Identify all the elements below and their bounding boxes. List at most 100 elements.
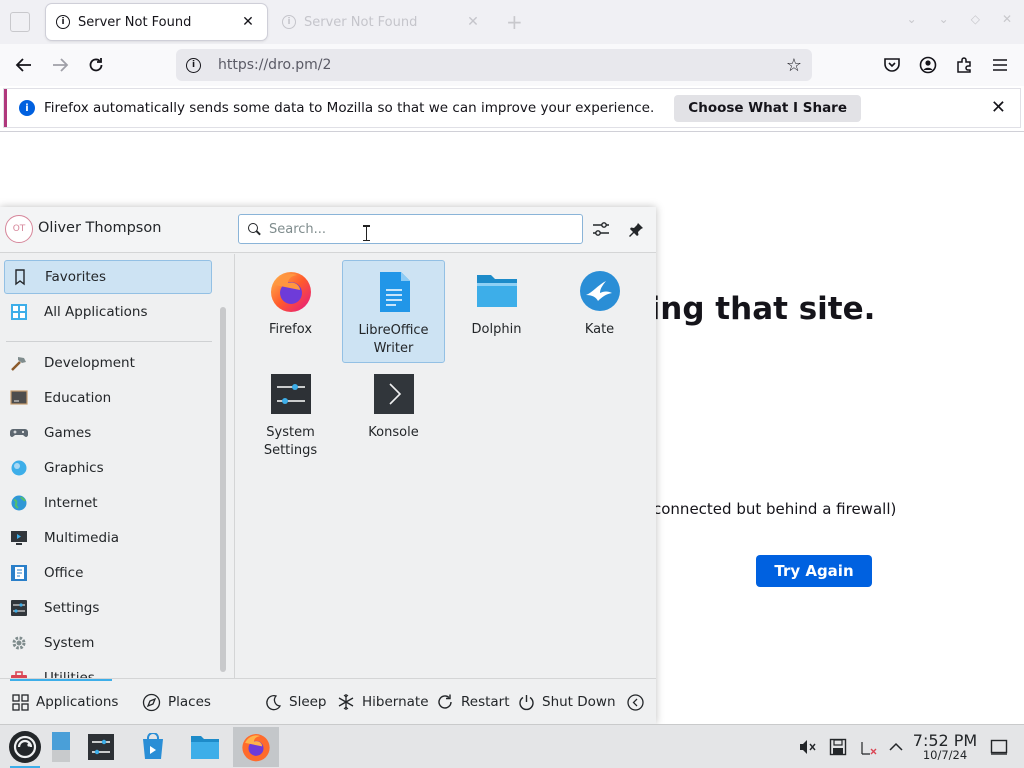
reload-button[interactable]: [84, 53, 108, 77]
info-icon: i: [56, 15, 70, 29]
power-icon: [519, 694, 534, 710]
app-system-settings[interactable]: System Settings: [239, 363, 342, 466]
sidebar-item-label: Games: [44, 425, 92, 441]
favorites-grid: Firefox LibreOffice Writer Dolphin Kate …: [240, 254, 650, 678]
taskbar: [0, 724, 1024, 768]
tab-applications[interactable]: Applications: [12, 689, 118, 715]
hibernate-label: Hibernate: [362, 694, 429, 710]
sidebar-item-settings[interactable]: Settings: [4, 591, 212, 625]
disk-icon[interactable]: [829, 738, 847, 756]
task-dolphin[interactable]: [182, 727, 228, 767]
back-button[interactable]: [12, 53, 36, 77]
sliders-icon: [593, 222, 609, 236]
site-info-icon[interactable]: i: [186, 57, 201, 73]
choose-what-i-share-button[interactable]: Choose What I Share: [674, 94, 862, 122]
avatar[interactable]: OT: [5, 215, 33, 243]
tab-server-not-found-2[interactable]: i Server Not Found ✕: [272, 4, 492, 40]
sidebar-item-development[interactable]: Development: [4, 346, 212, 380]
moon-icon: [266, 694, 282, 710]
task-system-settings[interactable]: [78, 727, 124, 767]
extensions-icon[interactable]: [954, 55, 974, 75]
shutdown-label: Shut Down: [542, 694, 616, 710]
minimize-icon[interactable]: ⌄: [939, 12, 949, 26]
user-name: Oliver Thompson: [38, 220, 162, 236]
app-firefox[interactable]: Firefox: [239, 260, 342, 363]
chevron-left-icon: [627, 693, 644, 711]
close-window-icon[interactable]: ✕: [1002, 12, 1012, 26]
sleep-button[interactable]: Sleep: [265, 689, 327, 715]
sidebar-item-internet[interactable]: Internet: [4, 486, 212, 520]
sidebar-item-utilities[interactable]: Utilities: [4, 661, 212, 678]
tab-list-button[interactable]: [10, 12, 30, 32]
sidebar-scrollbar[interactable]: [220, 307, 226, 672]
account-icon[interactable]: [918, 55, 938, 75]
sidebar-item-multimedia[interactable]: Multimedia: [4, 521, 212, 555]
tab-bar: i Server Not Found ✕ i Server Not Found …: [0, 0, 1024, 44]
network-disconnected-icon[interactable]: [860, 738, 878, 756]
application-launcher-button[interactable]: [2, 727, 48, 768]
peek-desktop-icon[interactable]: [990, 738, 1008, 756]
error-bullet-text: connected but behind a firewall): [653, 500, 897, 518]
restart-icon: [438, 694, 452, 709]
sidebar-item-education[interactable]: Education: [4, 381, 212, 415]
maximize-icon[interactable]: ◇: [971, 12, 980, 26]
configure-button[interactable]: [591, 219, 611, 239]
shutdown-button[interactable]: Shut Down: [518, 689, 616, 715]
sidebar-item-system[interactable]: System: [4, 626, 212, 660]
sidebar-item-office[interactable]: Office: [4, 556, 212, 590]
more-power-options-button[interactable]: [627, 689, 644, 715]
sidebar-item-label: Utilities: [44, 670, 95, 678]
folder-icon: [191, 736, 219, 759]
restart-button[interactable]: Restart: [436, 689, 510, 715]
hammer-icon: [11, 357, 26, 371]
sidebar-item-label: Multimedia: [44, 530, 120, 546]
clock-date[interactable]: 10/7/24: [912, 748, 978, 762]
app-dolphin[interactable]: Dolphin: [445, 260, 548, 363]
show-desktop-button[interactable]: [46, 727, 76, 767]
app-label: LibreOffice Writer: [358, 323, 429, 356]
chevron-up-icon[interactable]: [887, 738, 905, 756]
divider: [0, 131, 1024, 132]
tab-places[interactable]: Places: [142, 689, 211, 715]
search-icon: [247, 222, 261, 236]
search-input[interactable]: [269, 221, 569, 237]
pocket-icon[interactable]: [882, 55, 902, 75]
hamburger-menu-icon[interactable]: [990, 55, 1010, 75]
url-text[interactable]: https://dro.pm/2: [218, 57, 786, 73]
sidebar-item-games[interactable]: Games: [4, 416, 212, 450]
snowflake-icon: [338, 694, 354, 710]
reload-icon: [89, 58, 103, 72]
task-discover[interactable]: [130, 727, 176, 767]
search-field[interactable]: [238, 214, 583, 244]
close-tab-icon[interactable]: ✕: [464, 14, 482, 30]
app-kate[interactable]: Kate: [548, 260, 651, 363]
task-firefox[interactable]: [233, 727, 279, 767]
gear-icon: [12, 636, 26, 650]
info-icon: i: [19, 100, 35, 116]
tab-label: Applications: [36, 694, 119, 710]
bookmark-star-icon[interactable]: ☆: [786, 55, 802, 76]
pin-button[interactable]: [626, 219, 646, 239]
sidebar-item-label: Settings: [44, 600, 100, 616]
close-tab-icon[interactable]: ✕: [239, 14, 257, 30]
new-tab-button[interactable]: +: [506, 10, 523, 34]
forward-button[interactable]: [48, 53, 72, 77]
settings-icon: [11, 600, 27, 616]
app-konsole[interactable]: Konsole: [342, 363, 445, 466]
url-bar[interactable]: i https://dro.pm/2 ☆: [176, 49, 812, 81]
hibernate-button[interactable]: Hibernate: [337, 689, 429, 715]
chevron-down-icon[interactable]: ⌄: [907, 12, 917, 26]
tab-server-not-found[interactable]: i Server Not Found ✕: [46, 4, 267, 40]
close-icon[interactable]: ✕: [991, 97, 1006, 118]
multimedia-icon: [11, 531, 27, 545]
sidebar-item-favorites[interactable]: Favorites: [4, 260, 212, 294]
volume-muted-icon[interactable]: [798, 738, 816, 756]
sidebar-item-graphics[interactable]: Graphics: [4, 451, 212, 485]
sidebar-item-label: Education: [44, 390, 112, 406]
sidebar-item-all-applications[interactable]: All Applications: [4, 295, 212, 329]
compass-icon: [142, 693, 161, 711]
app-libreoffice-writer[interactable]: LibreOffice Writer: [342, 260, 445, 363]
try-again-button[interactable]: Try Again: [756, 555, 872, 587]
graphics-icon: [11, 460, 27, 476]
sidebar-item-label: Internet: [44, 495, 98, 511]
